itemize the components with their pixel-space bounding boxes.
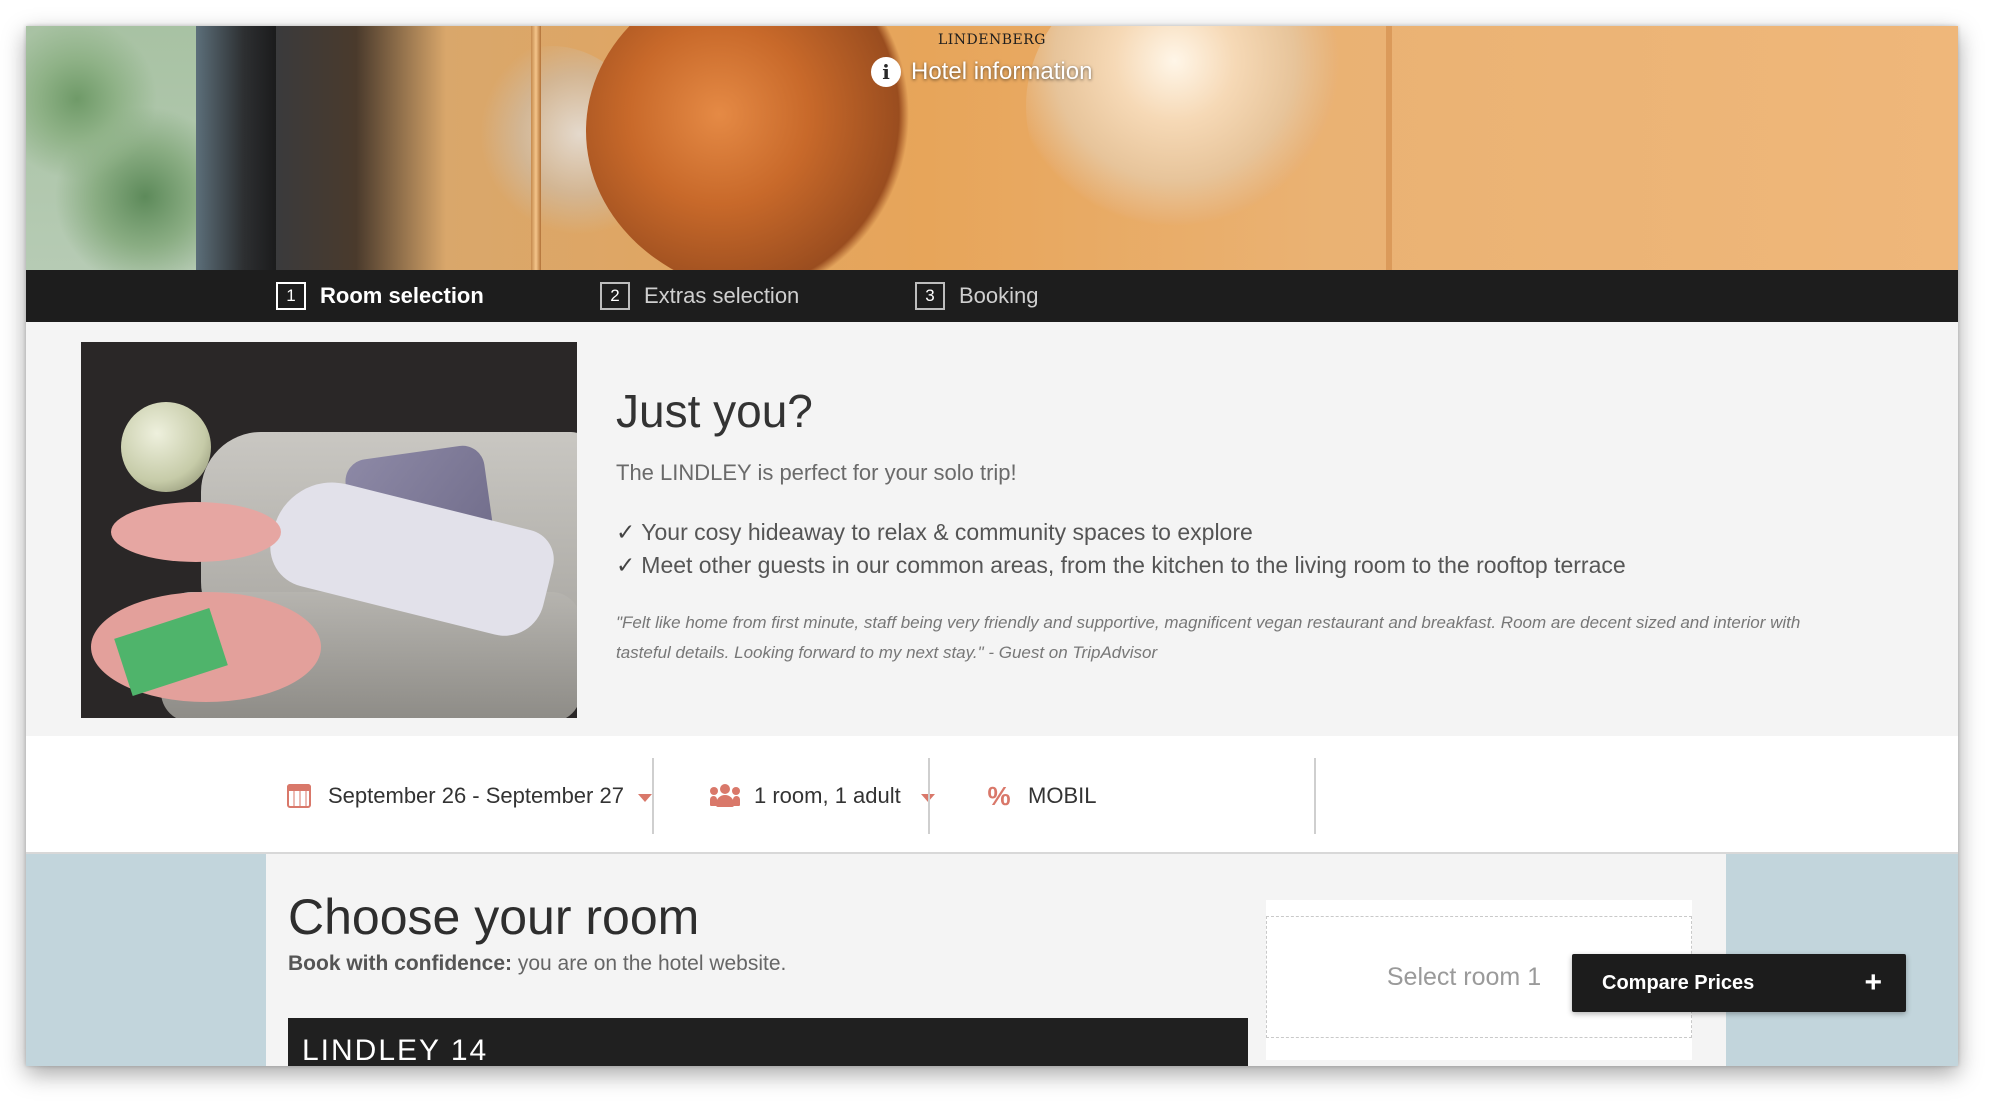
step-booking[interactable]: 3 Booking [915,280,1039,312]
info-icon: i [871,57,901,87]
promo-benefits-list: ✓ Your cosy hideaway to relax & community… [616,516,1626,582]
step-label: Room selection [320,283,484,308]
promo-photo [81,342,577,718]
booking-steps-bar: 1 Room selection 2 Extras selection 3 Bo… [26,270,1958,322]
hotel-information-label: Hotel information [911,58,1093,85]
date-range-selector[interactable]: September 26 - September 27 [284,758,652,834]
promo-code-field[interactable]: % MOBIL [984,758,1096,834]
checkmark-icon: ✓ [616,552,636,578]
hero-window-frame [196,26,276,270]
users-icon [710,784,740,808]
guests-selector[interactable]: 1 room, 1 adult [710,758,935,834]
step-number: 2 [600,282,630,310]
confidence-note: Book with confidence: you are on the hot… [288,952,786,976]
step-number: 3 [915,282,945,310]
hotel-information-link[interactable]: i Hotel information [871,52,1092,92]
promo-title: Just you? [616,385,813,437]
benefit-text: Your cosy hideaway to relax & community … [641,519,1253,545]
promo-subtitle: The LINDLEY is perfect for your solo tri… [616,460,1017,485]
step-room-selection[interactable]: 1 Room selection [276,280,484,312]
hero-lamp-stand [531,26,541,270]
promo-photo-side-table [111,502,281,562]
promo-photo-globe [121,402,211,492]
guest-review-quote: "Felt like home from first minute, staff… [616,613,1801,662]
compare-prices-label: Compare Prices [1602,971,1755,994]
divider [1314,758,1316,834]
confidence-text: you are on the hotel website. [512,952,787,975]
solo-trip-promo: Just you? The LINDLEY is perfect for you… [26,322,1958,736]
calendar-icon [284,784,314,808]
list-item: ✓ Meet other guests in our common areas, … [616,549,1626,582]
promo-code-value: MOBIL [1028,783,1097,808]
divider [652,758,654,834]
hero-pole [1386,26,1392,270]
percent-icon: % [987,780,1011,811]
hero-banner: LINDENBERG i Hotel information [26,26,1958,270]
compare-prices-button[interactable]: Compare Prices + [1572,954,1906,1012]
search-bar: September 26 - September 27 1 room, 1 ad… [26,736,1958,854]
hero-tree-photo [26,26,196,270]
date-range-value: September 26 - September 27 [328,783,624,808]
list-item: ✓ Your cosy hideaway to relax & community… [616,516,1626,549]
benefit-text: Meet other guests in our common areas, f… [641,552,1626,578]
select-room-label: Select room 1 [1386,962,1542,991]
step-label: Extras selection [644,283,800,308]
step-label: Booking [959,283,1039,308]
hotel-brand-logo[interactable]: LINDENBERG [26,32,1958,48]
chevron-down-icon [637,794,652,802]
divider [928,758,930,834]
step-extras-selection[interactable]: 2 Extras selection [600,280,799,312]
plus-icon: + [1864,966,1882,999]
checkmark-icon: ✓ [616,519,636,545]
room-card-header[interactable]: LINDLEY 14 [288,1018,1248,1066]
page-title: Choose your room [288,889,700,945]
browser-window: LINDENBERG i Hotel information 1 Room se… [26,26,1958,1066]
step-number: 1 [276,282,306,310]
confidence-bold: Book with confidence: [288,952,513,975]
guests-value: 1 room, 1 adult [754,783,901,808]
room-list-panel: Choose your room Book with confidence: y… [266,854,1726,1066]
